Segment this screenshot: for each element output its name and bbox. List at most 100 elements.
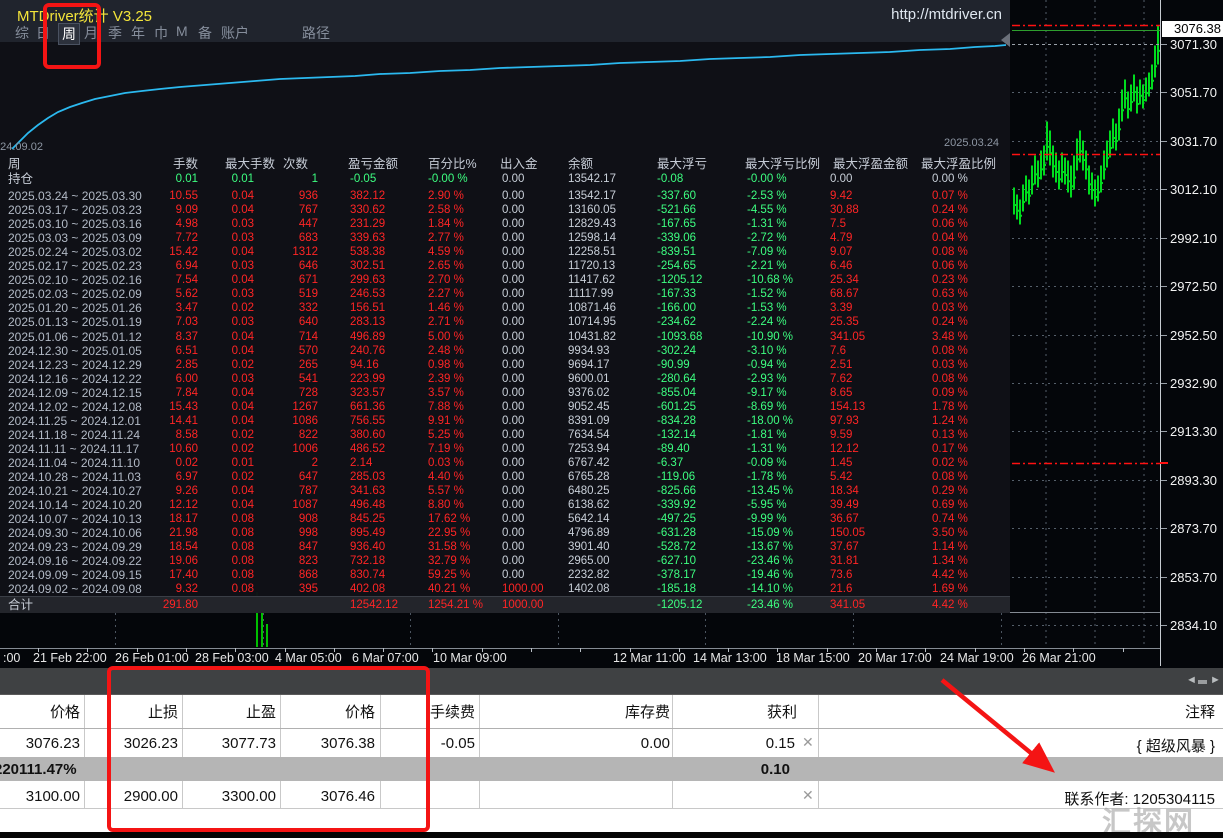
stats-cell: 0.03: [203, 217, 254, 231]
stats-cell: 1.14 %: [932, 540, 1008, 554]
stats-cell: 0.17 %: [932, 442, 1008, 456]
stats-cell: -19.46 %: [747, 568, 831, 582]
stats-cell: 447: [264, 217, 318, 231]
axis-tick: [1161, 577, 1167, 578]
stats-cell: -601.25: [657, 400, 745, 414]
trading-terminal: MTDriver统计 V3.25 http://mtdriver.cn 024.…: [0, 0, 1223, 838]
tab-年[interactable]: 年: [131, 23, 145, 43]
stats-cell: -8.69 %: [747, 400, 831, 414]
stats-cell: 0.00: [502, 400, 566, 414]
order-row-1-cell: 0.15: [635, 735, 795, 752]
stats-cell: 1.78 %: [932, 400, 1008, 414]
stats-cell: -9.17 %: [747, 386, 831, 400]
tab-路径[interactable]: 路径: [302, 23, 330, 43]
stats-cell: 3.47: [137, 301, 198, 315]
stats-cell: 5.25 %: [428, 428, 498, 442]
stats-cell: 8.65: [830, 386, 906, 400]
stats-cell: 332: [264, 301, 318, 315]
stats-cell: -1205.12: [657, 598, 745, 612]
timeline-label: 14 Mar 13:00: [693, 651, 767, 665]
stats-row-period: 2024.12.23 ~ 2024.12.29: [8, 358, 158, 372]
stats-cell: 4.59 %: [428, 245, 498, 259]
stats-cell: 0.00: [502, 512, 566, 526]
scroll-left-arrow[interactable]: ◄: [1186, 674, 1197, 686]
panel-edge-marker-icon[interactable]: [1001, 33, 1010, 47]
stats-cell: 2.70 %: [428, 273, 498, 287]
timeline-label: 10 Mar 09:00: [433, 651, 507, 665]
stats-cell: -2.21 %: [747, 259, 831, 273]
stats-cell: 246.53: [350, 287, 426, 301]
stats-cell: 7.5: [830, 217, 906, 231]
stats-cell: 0.03 %: [932, 301, 1008, 315]
stats-cell: 0.04: [203, 189, 254, 203]
stats-cell: 0.08 %: [932, 470, 1008, 484]
stats-cell: 0.04: [203, 330, 254, 344]
stats-cell: 1000.00: [502, 598, 566, 612]
current-price-box: 3076.38: [1162, 21, 1223, 37]
scrollbar-thumb[interactable]: [1198, 680, 1207, 684]
tab-巾[interactable]: 巾: [154, 23, 168, 43]
stats-cell: 0.00: [502, 217, 566, 231]
close-order-button[interactable]: ✕: [802, 734, 814, 751]
stats-cell: -166.00: [657, 301, 745, 315]
stats-cell: 0.03 %: [932, 358, 1008, 372]
stats-cell: 0.04: [203, 414, 254, 428]
price-tick-label: 2932.90: [1170, 376, 1217, 391]
stats-cell: 7.6: [830, 344, 906, 358]
stats-cell: -2.72 %: [747, 231, 831, 245]
close-order-button[interactable]: ✕: [802, 787, 814, 804]
stats-cell: -15.09 %: [747, 526, 831, 540]
tab-账户[interactable]: 账户: [221, 23, 249, 43]
tab-M[interactable]: M: [176, 23, 188, 39]
stats-cell: 895.49: [350, 526, 426, 540]
timeline-label: 4 Mar 05:00: [275, 651, 342, 665]
stats-cell: 9.26: [137, 484, 198, 498]
stats-cell: 2.51: [830, 358, 906, 372]
stats-row-period: 2025.02.24 ~ 2025.03.02: [8, 245, 158, 259]
stats-cell: 25.34: [830, 273, 906, 287]
stats-cell: 5.57 %: [428, 484, 498, 498]
sort-indicator-icon[interactable]: ∕: [66, 703, 68, 715]
stats-cell: 0.03: [203, 259, 254, 273]
stats-cell: 97.93: [830, 414, 906, 428]
stats-cell: 1.84 %: [428, 217, 498, 231]
price-tick-label: 2913.30: [1170, 424, 1217, 439]
stats-cell: 395: [264, 582, 318, 596]
stats-cell: 1254.21 %: [428, 598, 498, 612]
stats-cell: 0.24 %: [932, 315, 1008, 329]
stats-cell: 2.14: [350, 456, 426, 470]
axis-tick: [1161, 44, 1167, 45]
stats-col-header: 次数: [283, 157, 323, 171]
tab-综[interactable]: 综: [15, 23, 29, 43]
stats-cell: 570: [264, 344, 318, 358]
stats-row-period: 2024.09.09 ~ 2024.09.15: [8, 568, 158, 582]
stats-cell: 4.42 %: [932, 568, 1008, 582]
stats-cell: 9.07: [830, 245, 906, 259]
stats-cell: 6480.25: [568, 484, 654, 498]
scroll-right-arrow[interactable]: ►: [1210, 674, 1221, 686]
price-tick-label: 3012.10: [1170, 182, 1217, 197]
stats-cell: 1.34 %: [932, 554, 1008, 568]
stats-cell: -302.24: [657, 344, 745, 358]
stats-cell: 0.00: [502, 470, 566, 484]
tab-季[interactable]: 季: [108, 23, 122, 43]
stats-cell: 0.69 %: [932, 498, 1008, 512]
stats-cell: -6.37: [657, 456, 745, 470]
order-col-header[interactable]: 获利: [637, 701, 797, 722]
stats-cell: -0.05: [350, 172, 426, 186]
stats-row-period: 2024.09.16 ~ 2024.09.22: [8, 554, 158, 568]
tab-备[interactable]: 备: [198, 23, 212, 43]
stats-cell: 5.62: [137, 287, 198, 301]
stats-cell: -23.46 %: [747, 598, 831, 612]
stats-cell: 683: [264, 231, 318, 245]
stats-cell: 2.85: [137, 358, 198, 372]
axis-tick: [1161, 383, 1167, 384]
stats-cell: 0.00: [502, 540, 566, 554]
stats-row-period: 2024.10.14 ~ 2024.10.20: [8, 498, 158, 512]
axis-tick: [1161, 189, 1167, 190]
stats-col-header: 最大手数: [225, 157, 287, 171]
stats-cell: 0.04: [203, 344, 254, 358]
stats-cell: -834.28: [657, 414, 745, 428]
stats-cell: 728: [264, 386, 318, 400]
stats-cell: 7.84: [137, 386, 198, 400]
